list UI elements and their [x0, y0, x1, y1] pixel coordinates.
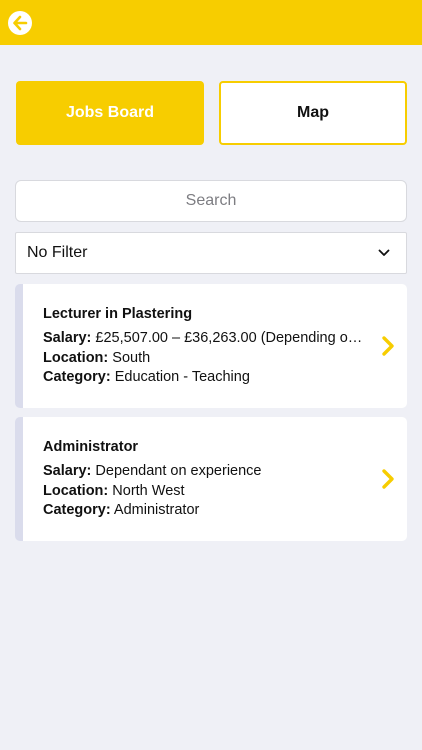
job-salary: Salary: Dependant on experience	[43, 462, 363, 482]
job-category: Category: Education - Teaching	[43, 368, 363, 388]
location-label: Location:	[43, 349, 109, 366]
filter-selected-value: No Filter	[27, 244, 88, 261]
search-input[interactable]	[15, 180, 407, 222]
tab-map[interactable]: Map	[219, 81, 407, 145]
job-card[interactable]: Administrator Salary: Dependant on exper…	[15, 417, 407, 541]
salary-label: Salary:	[43, 463, 92, 479]
tab-map-label: Map	[297, 104, 329, 121]
job-title: Administrator	[43, 439, 139, 455]
tab-jobs-board-label: Jobs Board	[65, 104, 154, 121]
back-button[interactable]	[8, 11, 32, 35]
category-value: Administrator	[113, 502, 200, 518]
location-value: North West	[112, 482, 185, 499]
location-value: South	[112, 349, 151, 366]
tab-jobs-board[interactable]: Jobs Board	[16, 81, 204, 145]
category-value: Education - Teaching	[114, 369, 250, 385]
location-label: Location:	[43, 482, 109, 499]
job-card[interactable]: Lecturer in Plastering Salary: £25,507.0…	[15, 284, 407, 408]
job-title: Lecturer in Plastering	[43, 306, 193, 322]
salary-value: Dependant on experience	[95, 463, 262, 479]
chevron-right-icon	[379, 334, 397, 358]
arrow-left-circle-icon	[13, 15, 28, 31]
chevron-right-icon	[379, 467, 397, 491]
job-category: Category: Administrator	[43, 501, 363, 521]
salary-label: Salary:	[43, 330, 92, 346]
filter-select[interactable]: No Filter	[15, 232, 407, 274]
job-location: Location: North West	[43, 482, 363, 502]
job-salary: Salary: £25,507.00 – £36,263.00 (Dependi…	[43, 329, 363, 349]
chevron-down-icon	[378, 249, 390, 256]
category-label: Category:	[43, 369, 111, 385]
salary-value: £25,507.00 – £36,263.00 (Depending on ex…	[95, 330, 363, 346]
job-location: Location: South	[43, 349, 363, 369]
category-label: Category:	[43, 502, 111, 518]
top-bar	[0, 0, 422, 45]
